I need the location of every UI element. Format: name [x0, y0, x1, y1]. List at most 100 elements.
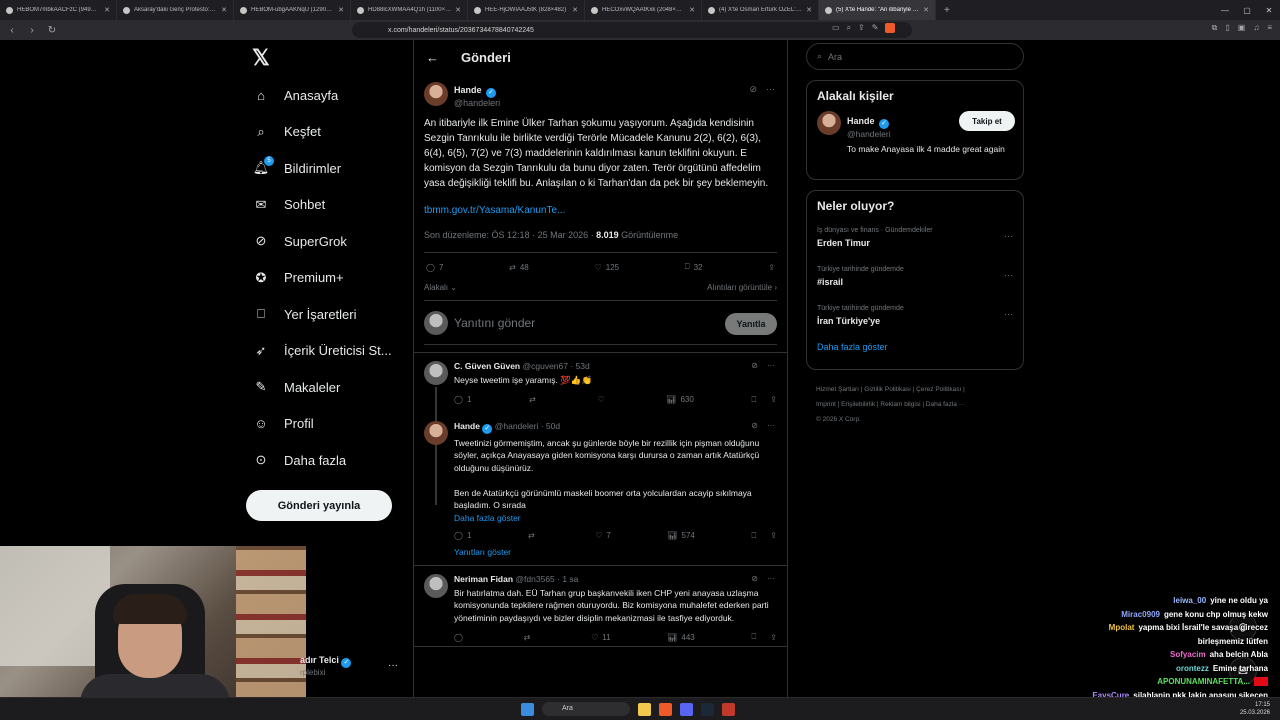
- like-button[interactable]: ♡ 11: [591, 633, 610, 642]
- views-button[interactable]: 📊︎ 630: [666, 395, 694, 404]
- grok-icon[interactable]: ⊘: [751, 421, 758, 430]
- new-tab-button[interactable]: +: [944, 5, 950, 16]
- brave-shield-icon[interactable]: [885, 23, 896, 33]
- more-options-icon[interactable]: ···: [1004, 231, 1013, 241]
- comment-time[interactable]: · 50d: [541, 421, 560, 431]
- comment-time[interactable]: · 1 sa: [557, 574, 578, 584]
- views-button[interactable]: 📊︎ 443: [667, 633, 695, 642]
- author-name[interactable]: Hande: [454, 85, 482, 95]
- close-tab-icon[interactable]: ✕: [455, 6, 461, 14]
- chat-username[interactable]: APONUNAMINAFETTA...: [1157, 677, 1250, 686]
- browser-tab[interactable]: HEBOM7mbkAACFzC (949×702) ✕: [0, 0, 117, 20]
- footer-links-row-2[interactable]: Imprint | Erişilebilirlik | Reklam bilgi…: [816, 397, 1026, 412]
- comment-author-handle[interactable]: @handeleri: [495, 421, 539, 431]
- sidebar-item-10[interactable]: ☺ Profil: [252, 406, 412, 443]
- share-icon[interactable]: ⇪: [770, 531, 777, 540]
- more-options-icon[interactable]: ···: [1004, 309, 1013, 319]
- avatar[interactable]: [424, 420, 448, 445]
- reply-button[interactable]: ◯ 7: [426, 263, 443, 272]
- extension-icon[interactable]: ⧉: [1212, 23, 1218, 33]
- sidebar-item-3[interactable]: 🔔︎ 5 Bildirimler: [252, 150, 412, 187]
- share-button[interactable]: ⇪: [768, 263, 775, 272]
- comment-author-handle[interactable]: @cguven67: [523, 361, 569, 371]
- repost-button[interactable]: ⇄: [529, 395, 540, 404]
- trends-show-more[interactable]: Daha fazla göster: [807, 338, 1023, 362]
- zoom-icon[interactable]: ⌕: [847, 23, 851, 33]
- avatar[interactable]: [424, 573, 448, 598]
- related-dropdown[interactable]: Alakalı ⌄: [424, 283, 457, 292]
- repost-button[interactable]: ⇄: [528, 531, 539, 540]
- x-logo-icon[interactable]: 𝕏: [252, 47, 272, 69]
- like-button[interactable]: ♡ 7: [595, 531, 611, 540]
- repost-button[interactable]: ⇄ 48: [509, 263, 529, 272]
- close-tab-icon[interactable]: ✕: [923, 6, 929, 14]
- close-tab-icon[interactable]: ✕: [806, 6, 812, 14]
- reply-input[interactable]: Yanıtını gönder: [454, 316, 535, 330]
- browser-tab[interactable]: Aksaray'daki Genç Protesto: Stan Bay... ✕: [117, 0, 234, 20]
- author-handle[interactable]: @handeleri: [454, 98, 500, 108]
- grok-icon[interactable]: ⊘: [749, 84, 757, 95]
- chat-username[interactable]: orontezz: [1176, 664, 1209, 673]
- related-person[interactable]: Hande ✓ @handeleri To make Anayasa ilk 4…: [807, 111, 1023, 165]
- reply-button[interactable]: ◯: [454, 633, 467, 642]
- close-tab-icon[interactable]: ✕: [572, 6, 578, 14]
- menu-icon[interactable]: ≡: [1267, 23, 1272, 33]
- post-button[interactable]: Gönderi yayınla: [246, 490, 392, 521]
- taskbar-search[interactable]: Ara: [542, 702, 630, 716]
- related-person-name[interactable]: Hande: [847, 116, 875, 126]
- reply-submit-button[interactable]: Yanıtla: [725, 313, 777, 335]
- obs-icon[interactable]: [722, 702, 735, 716]
- share-icon[interactable]: ⇪: [770, 395, 777, 404]
- chat-username[interactable]: leiwa_00: [1173, 596, 1206, 605]
- share-icon[interactable]: ⇪: [770, 633, 777, 642]
- post-edit-time[interactable]: Son düzenleme: ÖS 12:18 · 25 Mar 2026 ·: [424, 230, 596, 240]
- minimize-button[interactable]: —: [1214, 0, 1236, 20]
- bookmark-icon[interactable]: ⎕: [751, 632, 756, 642]
- like-button[interactable]: ♡ 125: [595, 263, 620, 272]
- discord-icon[interactable]: [680, 702, 693, 716]
- post-link[interactable]: tbmm.gov.tr/Yasama/KanunTe...: [424, 205, 777, 216]
- back-nav-icon[interactable]: ‹: [6, 25, 18, 36]
- browser-tab[interactable]: HEE-HjOWIAAJ5tK (828×482) ✕: [468, 0, 585, 20]
- sidebar-item-1[interactable]: ⌂ Anasayfa: [252, 77, 412, 114]
- sidebar-item-7[interactable]: ⎕ Yer İşaretleri: [252, 296, 412, 333]
- trend-item[interactable]: Türkiye tarihinde gündemde İran Türkiye'y…: [807, 299, 1023, 338]
- reload-icon[interactable]: ↻: [46, 25, 58, 36]
- browser-tab[interactable]: HECOxvWQAAtKxk (2048×1628) ✕: [585, 0, 702, 20]
- translate-icon[interactable]: ✎: [872, 23, 879, 33]
- show-replies-link[interactable]: Yanıtları göster: [414, 545, 787, 566]
- sidebar-item-2[interactable]: ⌕ Keşfet: [252, 114, 412, 151]
- grok-icon[interactable]: ⊘: [751, 574, 758, 583]
- reply-button[interactable]: ◯ 1: [454, 531, 471, 540]
- avatar[interactable]: [424, 82, 448, 106]
- sidebar-item-8[interactable]: ➶ İçerik Üreticisi St...: [252, 333, 412, 370]
- chat-username[interactable]: Mirac0909: [1121, 610, 1160, 619]
- close-tab-icon[interactable]: ✕: [104, 6, 110, 14]
- show-more-link[interactable]: Daha fazla göster: [454, 513, 777, 523]
- comment-author-name[interactable]: Hande: [454, 421, 480, 431]
- trend-item[interactable]: Türkiye tarihinde gündemde #israil ···: [807, 260, 1023, 299]
- views-button[interactable]: 📊︎ 574: [667, 531, 695, 540]
- close-tab-icon[interactable]: ✕: [221, 6, 227, 14]
- view-quotes-link[interactable]: Alıntıları görüntüle ›: [707, 283, 777, 292]
- avatar[interactable]: [424, 361, 448, 385]
- more-options-icon[interactable]: ···: [767, 421, 775, 430]
- bookmark-icon[interactable]: ⎕: [751, 395, 756, 405]
- cast-icon[interactable]: ▭: [832, 23, 840, 33]
- comment-time[interactable]: · 53d: [570, 361, 589, 371]
- browser-tab[interactable]: (5) X'te Hande: "An itibariyle ilk E... ✕: [819, 0, 936, 20]
- account-more-icon[interactable]: ···: [388, 660, 398, 671]
- sidebar-item-11[interactable]: ⊙ Daha fazla: [252, 442, 412, 479]
- windows-start-icon[interactable]: [521, 702, 534, 716]
- chat-username[interactable]: Mpolat: [1109, 623, 1135, 632]
- more-options-icon[interactable]: ···: [767, 574, 775, 583]
- account-switcher[interactable]: adır Telci ✓ rplebixi: [300, 655, 352, 677]
- bookmark-button[interactable]: ⎕ 32: [685, 262, 703, 272]
- browser-tab[interactable]: HEBOM-ubgAAKNqU (1290×616) ✕: [234, 0, 351, 20]
- maximize-button[interactable]: ▢: [1236, 0, 1258, 20]
- music-icon[interactable]: ♫: [1253, 23, 1259, 33]
- bookmark-icon[interactable]: ⎕: [751, 531, 756, 541]
- address-bar[interactable]: x.com/handeleri/status/20367344788407422…: [352, 22, 912, 38]
- back-arrow-icon[interactable]: ←: [426, 50, 439, 65]
- share-icon[interactable]: ⇪: [858, 23, 865, 33]
